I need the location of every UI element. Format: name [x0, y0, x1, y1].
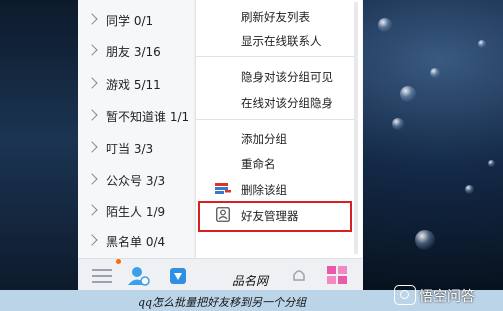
group-item[interactable]: 暂不知道谁 1/1: [86, 108, 190, 128]
group-label: 黑名单 0/4: [106, 235, 166, 249]
app-box-icon[interactable]: [326, 265, 348, 285]
menu-separator: [196, 119, 356, 120]
menu-item-invisible-visible[interactable]: 隐身对该分组可见: [241, 69, 333, 85]
bottom-toolbar: [78, 258, 363, 291]
group-item[interactable]: 同学 0/1: [86, 12, 154, 32]
water-drop: [378, 18, 392, 32]
group-item[interactable]: 陌生人 1/9: [86, 203, 166, 223]
menu-scrollbar[interactable]: [354, 2, 358, 254]
watermark-text: 悟空问答: [419, 289, 475, 305]
menu-item-add-group[interactable]: 添加分组: [241, 131, 287, 147]
menu-icon[interactable]: [92, 269, 112, 283]
water-drop: [465, 185, 474, 194]
caption-site-name: 品名网: [232, 274, 269, 288]
chevron-right-icon: [86, 13, 98, 25]
chevron-right-icon: [86, 44, 98, 56]
group-item[interactable]: 朋友 3/16: [86, 43, 161, 63]
menu-item-delete-group[interactable]: 删除该组: [241, 182, 287, 198]
menu-separator: [196, 56, 356, 57]
menu-item-rename[interactable]: 重命名: [241, 156, 276, 172]
group-label: 叮当 3/3: [106, 142, 154, 156]
highlight-box: [198, 201, 352, 232]
desktop-background-left: [0, 0, 78, 311]
watermark: 悟空问答: [394, 285, 475, 306]
chevron-right-icon: [86, 77, 98, 89]
group-label: 暂不知道谁 1/1: [106, 110, 190, 124]
water-drop: [400, 86, 416, 102]
water-drop: [430, 68, 440, 78]
group-label: 朋友 3/16: [106, 45, 161, 59]
add-contact-icon[interactable]: [128, 266, 150, 286]
group-label: 同学 0/1: [106, 14, 154, 28]
group-label: 公众号 3/3: [106, 174, 166, 188]
menu-item-online-invisible[interactable]: 在线对该分组隐身: [241, 95, 333, 111]
chevron-right-icon: [86, 204, 98, 216]
water-drop: [415, 230, 435, 250]
group-item[interactable]: 黑名单 0/4: [86, 233, 166, 253]
chevron-right-icon: [86, 173, 98, 185]
water-drop: [478, 40, 486, 48]
menu-item-refresh-list[interactable]: 刷新好友列表: [241, 9, 310, 25]
group-label: 陌生人 1/9: [106, 205, 166, 219]
water-drop: [488, 160, 495, 167]
camera-icon: [394, 285, 416, 305]
group-item[interactable]: 游戏 5/11: [86, 76, 161, 96]
delete-group-icon: [215, 183, 231, 194]
group-label: 游戏 5/11: [106, 78, 161, 92]
group-item[interactable]: 叮当 3/3: [86, 140, 154, 160]
chevron-right-icon: [86, 234, 98, 246]
chevron-right-icon: [86, 141, 98, 153]
bell-icon[interactable]: [290, 267, 308, 285]
water-drop: [392, 118, 404, 130]
caption-title: qq怎么批量把好友移到另一个分组: [138, 296, 307, 309]
chevron-right-icon: [86, 109, 98, 121]
app-manager-icon[interactable]: [168, 266, 188, 286]
menu-item-show-online[interactable]: 显示在线联系人: [241, 33, 322, 49]
group-item[interactable]: 公众号 3/3: [86, 172, 166, 192]
notification-dot: [116, 259, 121, 264]
